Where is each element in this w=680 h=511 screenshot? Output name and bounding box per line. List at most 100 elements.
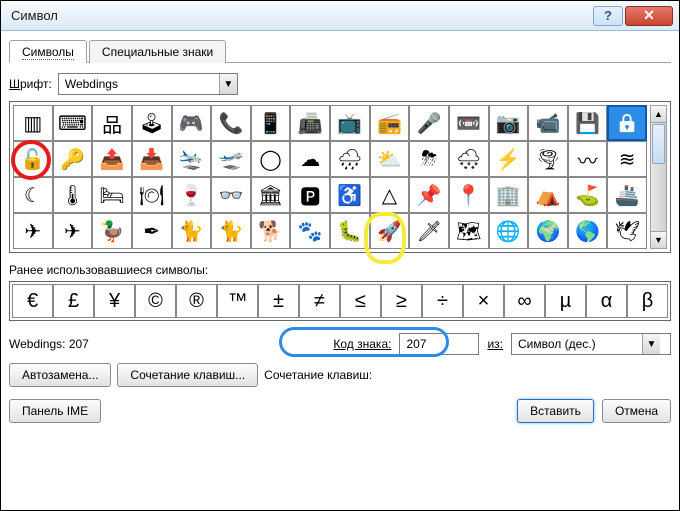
recent-symbol-cell[interactable]: £ <box>53 284 94 318</box>
symbol-cell[interactable]: 🗡 <box>409 213 449 249</box>
symbol-cell[interactable]: 📥 <box>132 141 172 177</box>
font-input[interactable] <box>59 75 219 93</box>
symbol-cell[interactable]: ☁ <box>290 141 330 177</box>
symbol-cell[interactable]: ⛅ <box>370 141 410 177</box>
symbol-cell[interactable]: 🔓 <box>13 141 53 177</box>
symbol-cell[interactable]: 🏢 <box>489 177 529 213</box>
symbol-cell[interactable]: 🚢 <box>607 177 647 213</box>
symbol-cell[interactable]: 📷 <box>489 105 529 141</box>
symbol-cell[interactable]: 🛫 <box>211 141 251 177</box>
autocorrect-button[interactable]: Автозамена... <box>9 363 111 387</box>
tab-special-chars[interactable]: Специальные знаки <box>89 40 226 63</box>
symbol-cell[interactable]: ♿ <box>330 177 370 213</box>
symbol-cell[interactable]: 📤 <box>92 141 132 177</box>
from-input[interactable] <box>512 335 642 353</box>
recent-symbol-cell[interactable]: µ <box>545 284 586 318</box>
recent-symbol-cell[interactable]: α <box>586 284 627 318</box>
symbol-cell[interactable]: ◯ <box>251 141 291 177</box>
recent-symbol-cell[interactable]: ÷ <box>422 284 463 318</box>
recent-symbol-cell[interactable]: ≠ <box>299 284 340 318</box>
help-button[interactable]: ? <box>593 6 623 26</box>
symbol-cell[interactable]: 🌍 <box>528 213 568 249</box>
symbol-cell[interactable]: 📍 <box>449 177 489 213</box>
recent-symbol-cell[interactable]: ≥ <box>381 284 422 318</box>
symbol-cell[interactable]: 🌨 <box>449 141 489 177</box>
symbol-cell[interactable]: ≋ <box>607 141 647 177</box>
symbol-cell[interactable]: 〰 <box>568 141 608 177</box>
symbol-cell[interactable]: 🐛 <box>330 213 370 249</box>
tab-symbols[interactable]: Символы <box>9 40 87 63</box>
symbol-cell[interactable]: 📺 <box>330 105 370 141</box>
symbol-cell[interactable]: ☾ <box>13 177 53 213</box>
symbol-cell[interactable]: 📱 <box>251 105 291 141</box>
recent-symbol-cell[interactable]: ≤ <box>340 284 381 318</box>
symbol-cell[interactable]: 📹 <box>528 105 568 141</box>
recent-symbol-cell[interactable]: © <box>135 284 176 318</box>
symbol-cell[interactable]: 👓 <box>211 177 251 213</box>
cancel-button[interactable]: Отмена <box>602 399 671 423</box>
chevron-down-icon[interactable]: ▼ <box>219 74 237 94</box>
symbol-cell[interactable]: 🍷 <box>172 177 212 213</box>
from-combo[interactable]: ▼ <box>511 333 671 355</box>
close-button[interactable]: ✕ <box>625 6 673 26</box>
recent-symbol-cell[interactable]: β <box>627 284 668 318</box>
symbol-cell[interactable]: 品 <box>92 105 132 141</box>
chevron-down-icon[interactable]: ▼ <box>642 334 660 354</box>
symbol-cell[interactable]: 🗺 <box>449 213 489 249</box>
scrollbar[interactable]: ▲ ▼ <box>650 105 667 249</box>
symbol-cell[interactable]: ✒ <box>132 213 172 249</box>
recent-symbol-cell[interactable]: ¥ <box>94 284 135 318</box>
symbol-cell[interactable]: 📻 <box>370 105 410 141</box>
symbol-cell[interactable]: 🐈 <box>211 213 251 249</box>
symbol-cell[interactable]: 🚀 <box>370 213 410 249</box>
symbol-cell[interactable]: 🅿 <box>290 177 330 213</box>
symbol-cell[interactable]: 📞 <box>211 105 251 141</box>
symbol-cell[interactable]: 🎤 <box>409 105 449 141</box>
recent-symbol-cell[interactable]: ± <box>258 284 299 318</box>
symbol-cell[interactable]: 🐈 <box>172 213 212 249</box>
symbol-cell[interactable]: ⚡ <box>489 141 529 177</box>
symbol-cell[interactable]: 📼 <box>449 105 489 141</box>
shortcut-key-button[interactable]: Сочетание клавиш... <box>117 363 258 387</box>
symbol-cell[interactable]: 📌 <box>409 177 449 213</box>
recent-symbol-cell[interactable]: ∞ <box>504 284 545 318</box>
symbol-cell[interactable]: ⛺ <box>528 177 568 213</box>
symbol-cell[interactable]: 🐕 <box>251 213 291 249</box>
symbol-cell[interactable]: ⛈ <box>409 141 449 177</box>
symbol-cell[interactable]: 🏛 <box>251 177 291 213</box>
symbol-cell[interactable]: 🐾 <box>290 213 330 249</box>
symbol-cell[interactable]: 🌧 <box>330 141 370 177</box>
symbol-cell[interactable]: 🌪 <box>528 141 568 177</box>
code-input[interactable] <box>399 333 479 355</box>
recent-symbol-cell[interactable]: € <box>12 284 53 318</box>
symbol-cell[interactable] <box>607 105 647 141</box>
symbol-cell[interactable]: 🌐 <box>489 213 529 249</box>
symbol-cell[interactable]: ✈ <box>53 213 93 249</box>
symbol-cell[interactable]: 🦆 <box>92 213 132 249</box>
symbol-cell[interactable]: 📠 <box>290 105 330 141</box>
recent-symbol-cell[interactable]: ™ <box>217 284 258 318</box>
symbol-cell[interactable]: 🕊 <box>607 213 647 249</box>
symbol-cell[interactable]: 🍽 <box>132 177 172 213</box>
recent-symbol-cell[interactable]: × <box>463 284 504 318</box>
recent-symbol-cell[interactable]: ® <box>176 284 217 318</box>
symbol-cell[interactable]: ▥ <box>13 105 53 141</box>
symbol-cell[interactable]: ⛳ <box>568 177 608 213</box>
symbol-cell[interactable]: 💾 <box>568 105 608 141</box>
symbol-cell[interactable]: 🎮 <box>172 105 212 141</box>
symbol-cell[interactable]: 🌡 <box>53 177 93 213</box>
symbol-cell[interactable]: 🔑 <box>53 141 93 177</box>
scroll-up-icon[interactable]: ▲ <box>651 106 666 123</box>
ime-panel-button[interactable]: Панель IME <box>9 399 101 423</box>
symbol-cell[interactable]: 🌎 <box>568 213 608 249</box>
symbol-cell[interactable]: ✈ <box>13 213 53 249</box>
scroll-thumb[interactable] <box>652 124 665 164</box>
symbol-cell[interactable]: 🛬 <box>172 141 212 177</box>
symbol-cell[interactable]: 🕹 <box>132 105 172 141</box>
symbol-cell[interactable]: 🛏 <box>92 177 132 213</box>
symbol-cell[interactable]: ⌨ <box>53 105 93 141</box>
font-combo[interactable]: ▼ <box>58 73 238 95</box>
insert-button[interactable]: Вставить <box>517 399 594 423</box>
scroll-down-icon[interactable]: ▼ <box>651 231 666 248</box>
symbol-cell[interactable]: △ <box>370 177 410 213</box>
